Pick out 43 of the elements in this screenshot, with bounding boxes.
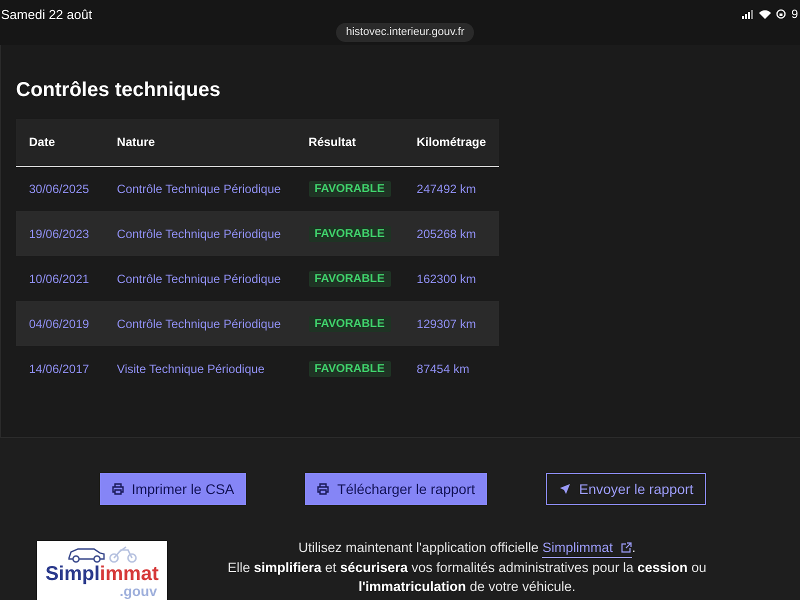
table-cell: Contrôle Technique Périodique	[116, 272, 281, 286]
table-cell: Contrôle Technique Périodique	[116, 182, 281, 196]
result-badge: FAVORABLE	[308, 316, 391, 332]
table-cell: Visite Technique Périodique	[116, 362, 265, 376]
table-cell: 19/06/2023	[29, 226, 90, 240]
simplimmat-link[interactable]: Simplimmat	[542, 538, 632, 558]
send-button[interactable]: Envoyer le rapport	[546, 473, 706, 505]
signal-icon	[742, 10, 754, 18]
wifi-icon	[759, 10, 772, 18]
logo-wordmark: Simplimmat	[45, 564, 159, 584]
battery-level: 9	[791, 6, 798, 23]
section-title: Contrôles techniques	[16, 78, 222, 103]
lock-rotation-icon	[776, 9, 786, 19]
printer-icon	[317, 483, 330, 495]
table-cell: 205268 km	[416, 226, 476, 240]
table-cell: 14/06/2017	[29, 362, 90, 376]
result-badge: FAVORABLE	[308, 226, 391, 242]
column-header: Nature	[116, 135, 155, 150]
url-bar[interactable]: histovec.interieur.gouv.fr	[336, 23, 474, 42]
column-header: Date	[29, 135, 56, 150]
table-cell: 87454 km	[416, 362, 470, 376]
table-cell: Contrôle Technique Périodique	[116, 226, 281, 240]
table-cell: 30/06/2025	[29, 182, 90, 196]
action-button[interactable]: Imprimer le CSA	[100, 473, 246, 505]
result-badge: FAVORABLE	[308, 270, 391, 287]
external-link-icon	[620, 542, 632, 553]
column-header: Résultat	[308, 135, 356, 150]
table-cell: 10/06/2021	[29, 272, 90, 286]
table-cell: 129307 km	[416, 316, 476, 330]
promo-text: Utilisez maintenant l'application officielle Simplimmat . Elle simplifiera et sécurisera vos formalités administratives pour la cession ou l'immatriculation de votre véhicule.	[226, 538, 708, 596]
table-cell: Contrôle Technique Périodique	[116, 316, 281, 330]
car-motorcycle-icon	[66, 544, 138, 564]
result-badge: FAVORABLE	[308, 181, 391, 198]
column-header: Kilométrage	[416, 135, 486, 150]
send-icon	[559, 483, 572, 495]
table-cell: 247492 km	[416, 182, 476, 196]
printer-icon	[112, 483, 124, 495]
logo-suffix: .gouv	[120, 584, 157, 598]
table-cell: 162300 km	[416, 272, 476, 286]
table-cell: 04/06/2019	[29, 316, 90, 330]
status-date: Samedi 22 août	[1, 6, 92, 24]
action-button[interactable]: Télécharger le rapport	[305, 473, 488, 505]
result-badge: FAVORABLE	[308, 360, 391, 377]
